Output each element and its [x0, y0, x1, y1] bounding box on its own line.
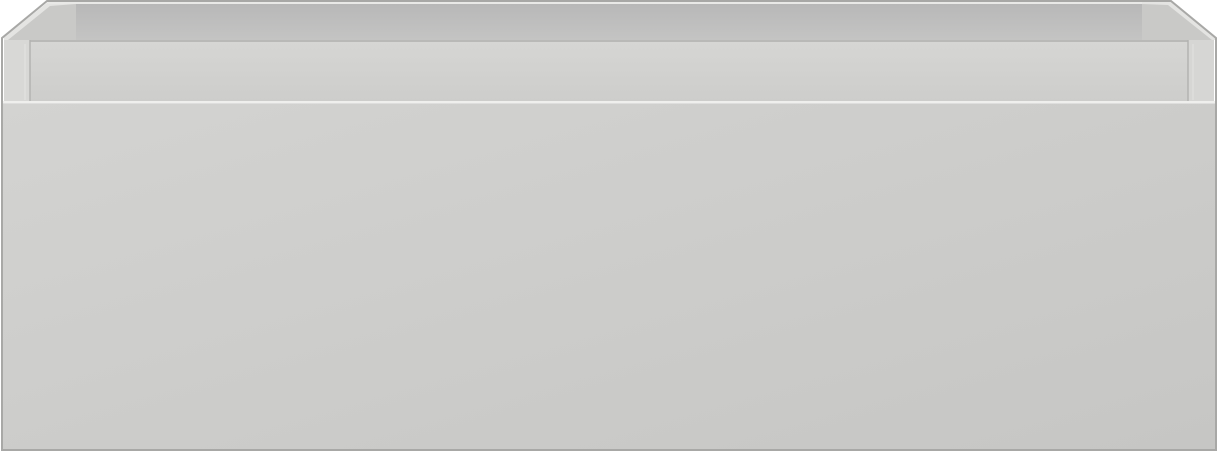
drawer-left-post	[4, 40, 30, 102]
drawer-inner-front-lip	[30, 40, 1188, 102]
drawer-scene	[0, 0, 1218, 452]
drawer-illustration	[1, 0, 1217, 451]
drawer-back-wall	[76, 4, 1142, 40]
drawer-front-panel	[2, 104, 1216, 450]
drawer-right-post	[1188, 40, 1214, 102]
